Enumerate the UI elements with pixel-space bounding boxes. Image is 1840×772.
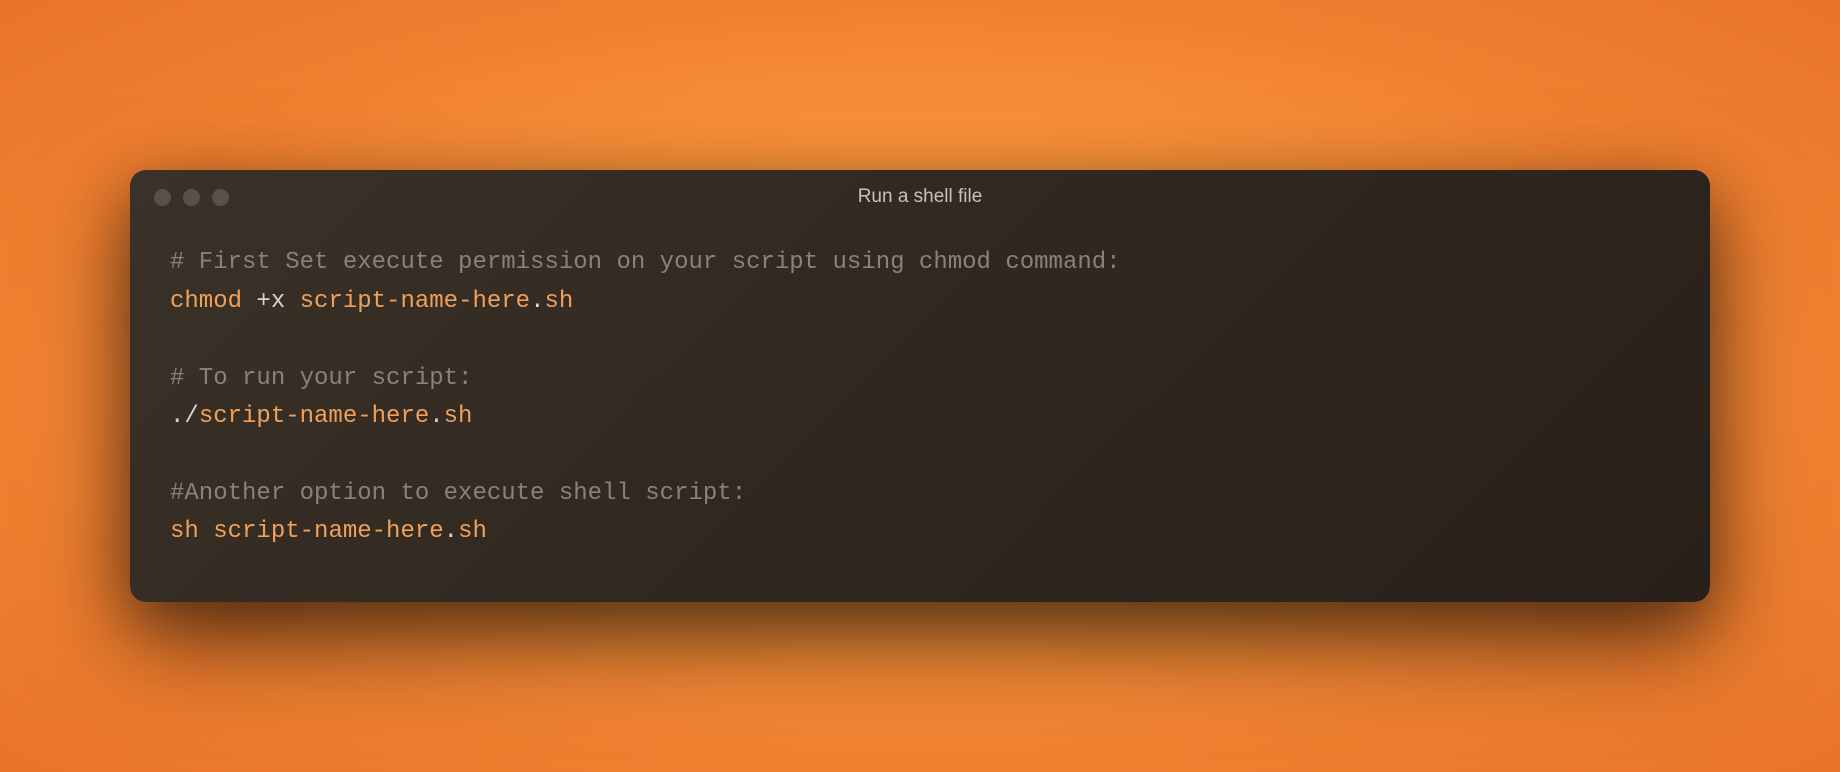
code-token: script-name-here bbox=[300, 288, 530, 315]
code-line bbox=[170, 436, 1670, 474]
code-token: script-name-here bbox=[213, 518, 443, 545]
window-controls bbox=[154, 189, 229, 206]
code-line: ./script-name-here.sh bbox=[170, 398, 1670, 436]
code-line bbox=[170, 321, 1670, 359]
code-line: # To run your script: bbox=[170, 360, 1670, 398]
code-line: #Another option to execute shell script: bbox=[170, 475, 1670, 513]
code-token: . bbox=[444, 518, 458, 545]
code-snippet[interactable]: # First Set execute permission on your s… bbox=[130, 224, 1710, 601]
code-token: #Another option to execute shell script: bbox=[170, 480, 746, 507]
code-token: chmod bbox=[170, 288, 256, 315]
code-line: # First Set execute permission on your s… bbox=[170, 244, 1670, 282]
code-line: chmod +x script-name-here.sh bbox=[170, 283, 1670, 321]
code-token: # To run your script: bbox=[170, 365, 472, 392]
code-token: sh bbox=[458, 518, 487, 545]
code-token: sh bbox=[544, 288, 573, 315]
window-titlebar: Run a shell file bbox=[130, 170, 1710, 224]
code-token: sh bbox=[444, 403, 473, 430]
code-token: . bbox=[429, 403, 443, 430]
maximize-icon[interactable] bbox=[212, 189, 229, 206]
minimize-icon[interactable] bbox=[183, 189, 200, 206]
window-title: Run a shell file bbox=[130, 186, 1710, 208]
close-icon[interactable] bbox=[154, 189, 171, 206]
terminal-window: Run a shell file # First Set execute per… bbox=[130, 170, 1710, 601]
code-token: + bbox=[256, 288, 270, 315]
code-token: . bbox=[530, 288, 544, 315]
code-token: # First Set execute permission on your s… bbox=[170, 249, 1121, 276]
code-token: ./ bbox=[170, 403, 199, 430]
code-line: sh script-name-here.sh bbox=[170, 513, 1670, 551]
code-token: sh bbox=[170, 518, 213, 545]
code-token: script-name-here bbox=[199, 403, 429, 430]
code-token: x bbox=[271, 288, 300, 315]
